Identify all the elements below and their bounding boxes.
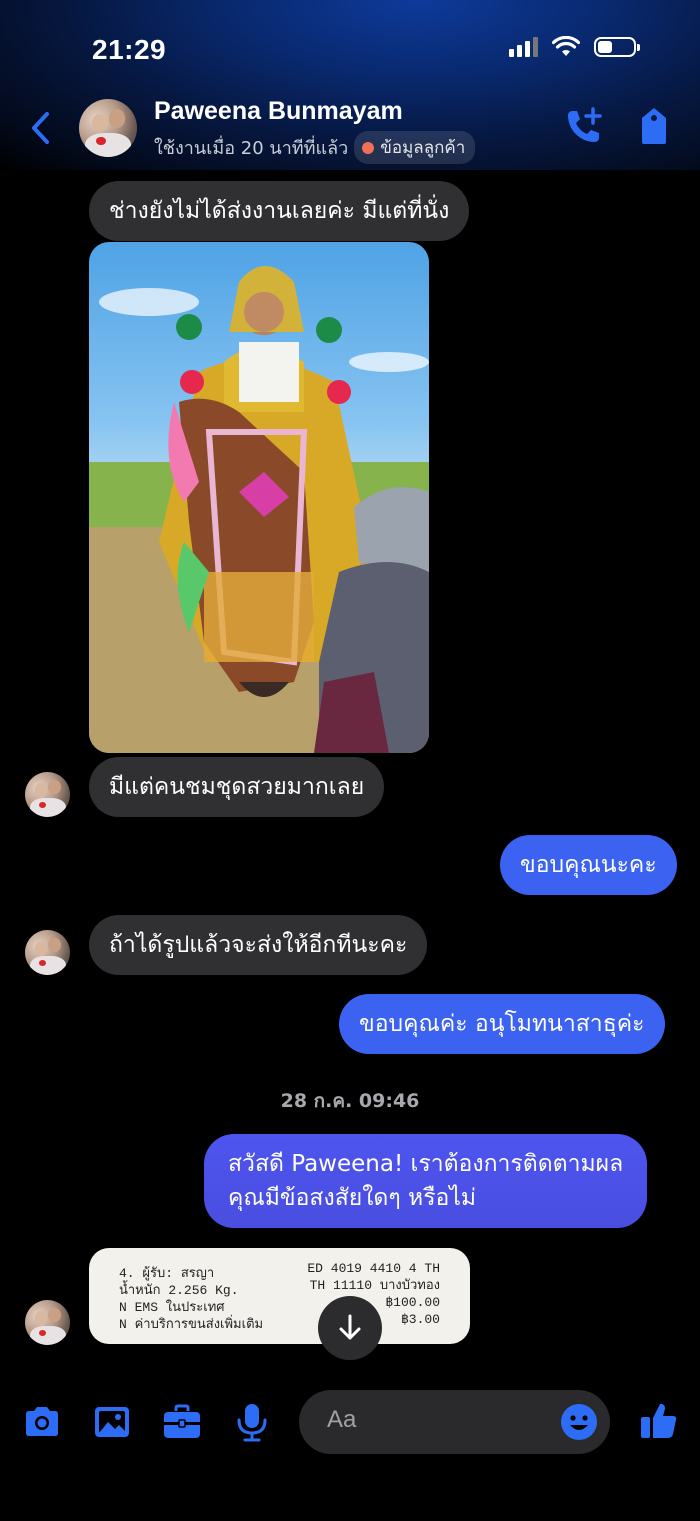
message-input-placeholder: Aa	[327, 1406, 357, 1433]
image-icon[interactable]	[92, 1402, 132, 1442]
message-line: คุณมีข้อสงสัยใดๆ หรือไม่	[228, 1185, 477, 1211]
active-status-text: ใช้งานเมื่อ 20 นาทีที่แล้ว	[154, 138, 349, 159]
receipt-line: 4. ผู้รับ: สรญา	[119, 1266, 215, 1281]
status-time: 21:29	[92, 34, 167, 65]
message-line: สวัสดี Paweena! เราต้องการติดตามผล	[228, 1151, 624, 1177]
message-bubble-incoming[interactable]: ถ้าได้รูปแล้วจะส่งให้อีกทีนะคะ	[89, 915, 428, 975]
message-bubble-outgoing[interactable]: สวัสดี Paweena! เราต้องการติดตามผล คุณมี…	[204, 1134, 648, 1228]
microphone-icon[interactable]	[234, 1402, 270, 1442]
message-bubble-outgoing[interactable]: ขอบคุณนะคะ	[500, 835, 677, 895]
wifi-icon	[552, 36, 580, 56]
briefcase-icon[interactable]	[161, 1402, 203, 1442]
receipt-line: N EMS ในประเทศ	[119, 1300, 225, 1315]
receipt-line: น้ำหนัก 2.256 Kg.	[119, 1283, 239, 1298]
phone-plus-icon[interactable]	[564, 106, 604, 146]
camera-icon[interactable]	[22, 1402, 62, 1442]
message-receipt-photo[interactable]: 4. ผู้รับ: สรญา น้ำหนัก 2.256 Kg. N EMS …	[89, 1248, 470, 1344]
message-bubble-outgoing[interactable]: ขอบคุณค่ะ อนุโมทนาสาธุค่ะ	[339, 994, 665, 1054]
receipt-line: TH 11110 บางบัวทอง	[309, 1278, 440, 1293]
arrow-down-icon	[339, 1314, 361, 1340]
contact-avatar[interactable]	[79, 99, 137, 157]
photo-horse-rider-image	[89, 266, 429, 753]
thumbs-up-icon[interactable]	[638, 1400, 680, 1442]
sender-avatar[interactable]	[25, 1300, 70, 1345]
back-chevron-icon[interactable]	[26, 108, 56, 148]
battery-icon	[594, 37, 640, 57]
message-bubble-incoming[interactable]: ช่างยังไม่ได้ส่งงานเลยค่ะ มีแต่ที่นั่ง	[89, 181, 470, 241]
signal-icon	[509, 37, 538, 57]
composer-bar: Aa	[0, 1380, 700, 1470]
contact-status: ใช้งานเมื่อ 20 นาทีที่แล้ว ข้อมูลลูกค้า	[154, 131, 476, 164]
scroll-down-button[interactable]	[318, 1296, 382, 1360]
sender-avatar[interactable]	[25, 772, 70, 817]
customer-info-badge[interactable]: ข้อมูลลูกค้า	[354, 131, 476, 164]
receipt-line: ED 4019 4410 4 TH	[307, 1261, 440, 1276]
message-input[interactable]: Aa	[299, 1390, 610, 1454]
customer-info-label: ข้อมูลลูกค้า	[380, 138, 466, 158]
sender-avatar[interactable]	[25, 930, 70, 975]
status-icons	[509, 36, 640, 58]
badge-dot-icon	[362, 141, 375, 154]
message-timestamp: 28 ก.ค. 09:46	[280, 1090, 420, 1112]
message-bubble-incoming[interactable]: มีแต่คนชมชุดสวยมากเลย	[89, 757, 385, 817]
tag-icon[interactable]	[636, 106, 672, 146]
receipt-left-column: 4. ผู้รับ: สรญา น้ำหนัก 2.256 Kg. N EMS …	[119, 1265, 263, 1333]
receipt-line: N ค่าบริการขนส่งเพิ่มเติม	[119, 1317, 264, 1332]
messenger-screen: 21:29 Paweena Bunmayam ใช้งานเมื่อ 20 นา…	[0, 0, 700, 1521]
message-photo[interactable]	[89, 242, 429, 753]
contact-name[interactable]: Paweena Bunmayam	[154, 97, 403, 126]
emoji-icon[interactable]	[560, 1403, 598, 1441]
